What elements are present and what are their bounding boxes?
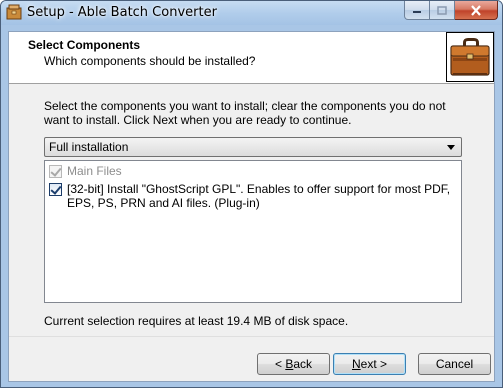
disk-space-text: Current selection requires at least 19.4… [44,314,349,328]
header-image [446,32,494,82]
minimize-icon [413,11,421,13]
page-title: Select Components [28,38,141,52]
title-bar[interactable]: Setup - Able Batch Converter [1,1,502,25]
components-list[interactable]: Main Files [32-bit] Install "GhostScript… [44,160,462,303]
window-title: Setup - Able Batch Converter [27,5,217,20]
footer-divider [9,336,494,337]
install-type-dropdown[interactable]: Full installation [44,137,462,157]
component-item-ghostscript[interactable]: [32-bit] Install "GhostScript GPL". Enab… [49,182,457,210]
instructions-text: Select the components you want to instal… [44,99,446,127]
next-accelerator: N [351,357,361,371]
close-button[interactable] [455,1,498,20]
component-label: [32-bit] Install "GhostScript GPL". Enab… [67,182,451,210]
maximize-icon [437,5,447,15]
component-label: Main Files [67,164,122,178]
next-label-rest: ext > [360,357,388,371]
minimize-button[interactable] [404,1,430,20]
close-icon [471,4,481,16]
wizard-header: Select Components Which components shoul… [9,32,494,84]
ghostscript-checkbox[interactable] [49,183,62,196]
briefcase-icon [450,38,490,76]
setup-window: Setup - Able Batch Converter Select Comp… [0,0,503,388]
back-button[interactable]: < Back [257,353,330,375]
wizard-client-area: Select Components Which components shoul… [8,31,495,382]
component-item-main-files: Main Files [49,164,457,178]
main-files-checkbox [49,165,62,178]
chevron-down-icon [447,145,455,150]
install-type-value: Full installation [49,140,129,154]
cancel-button[interactable]: Cancel [418,353,491,375]
page-subtitle: Which components should be installed? [44,54,256,68]
back-prefix: < [274,357,286,371]
installer-box-icon [6,4,22,20]
next-button[interactable]: Next > [333,353,406,375]
back-label-rest: ack [293,357,313,371]
maximize-button[interactable] [430,1,455,20]
